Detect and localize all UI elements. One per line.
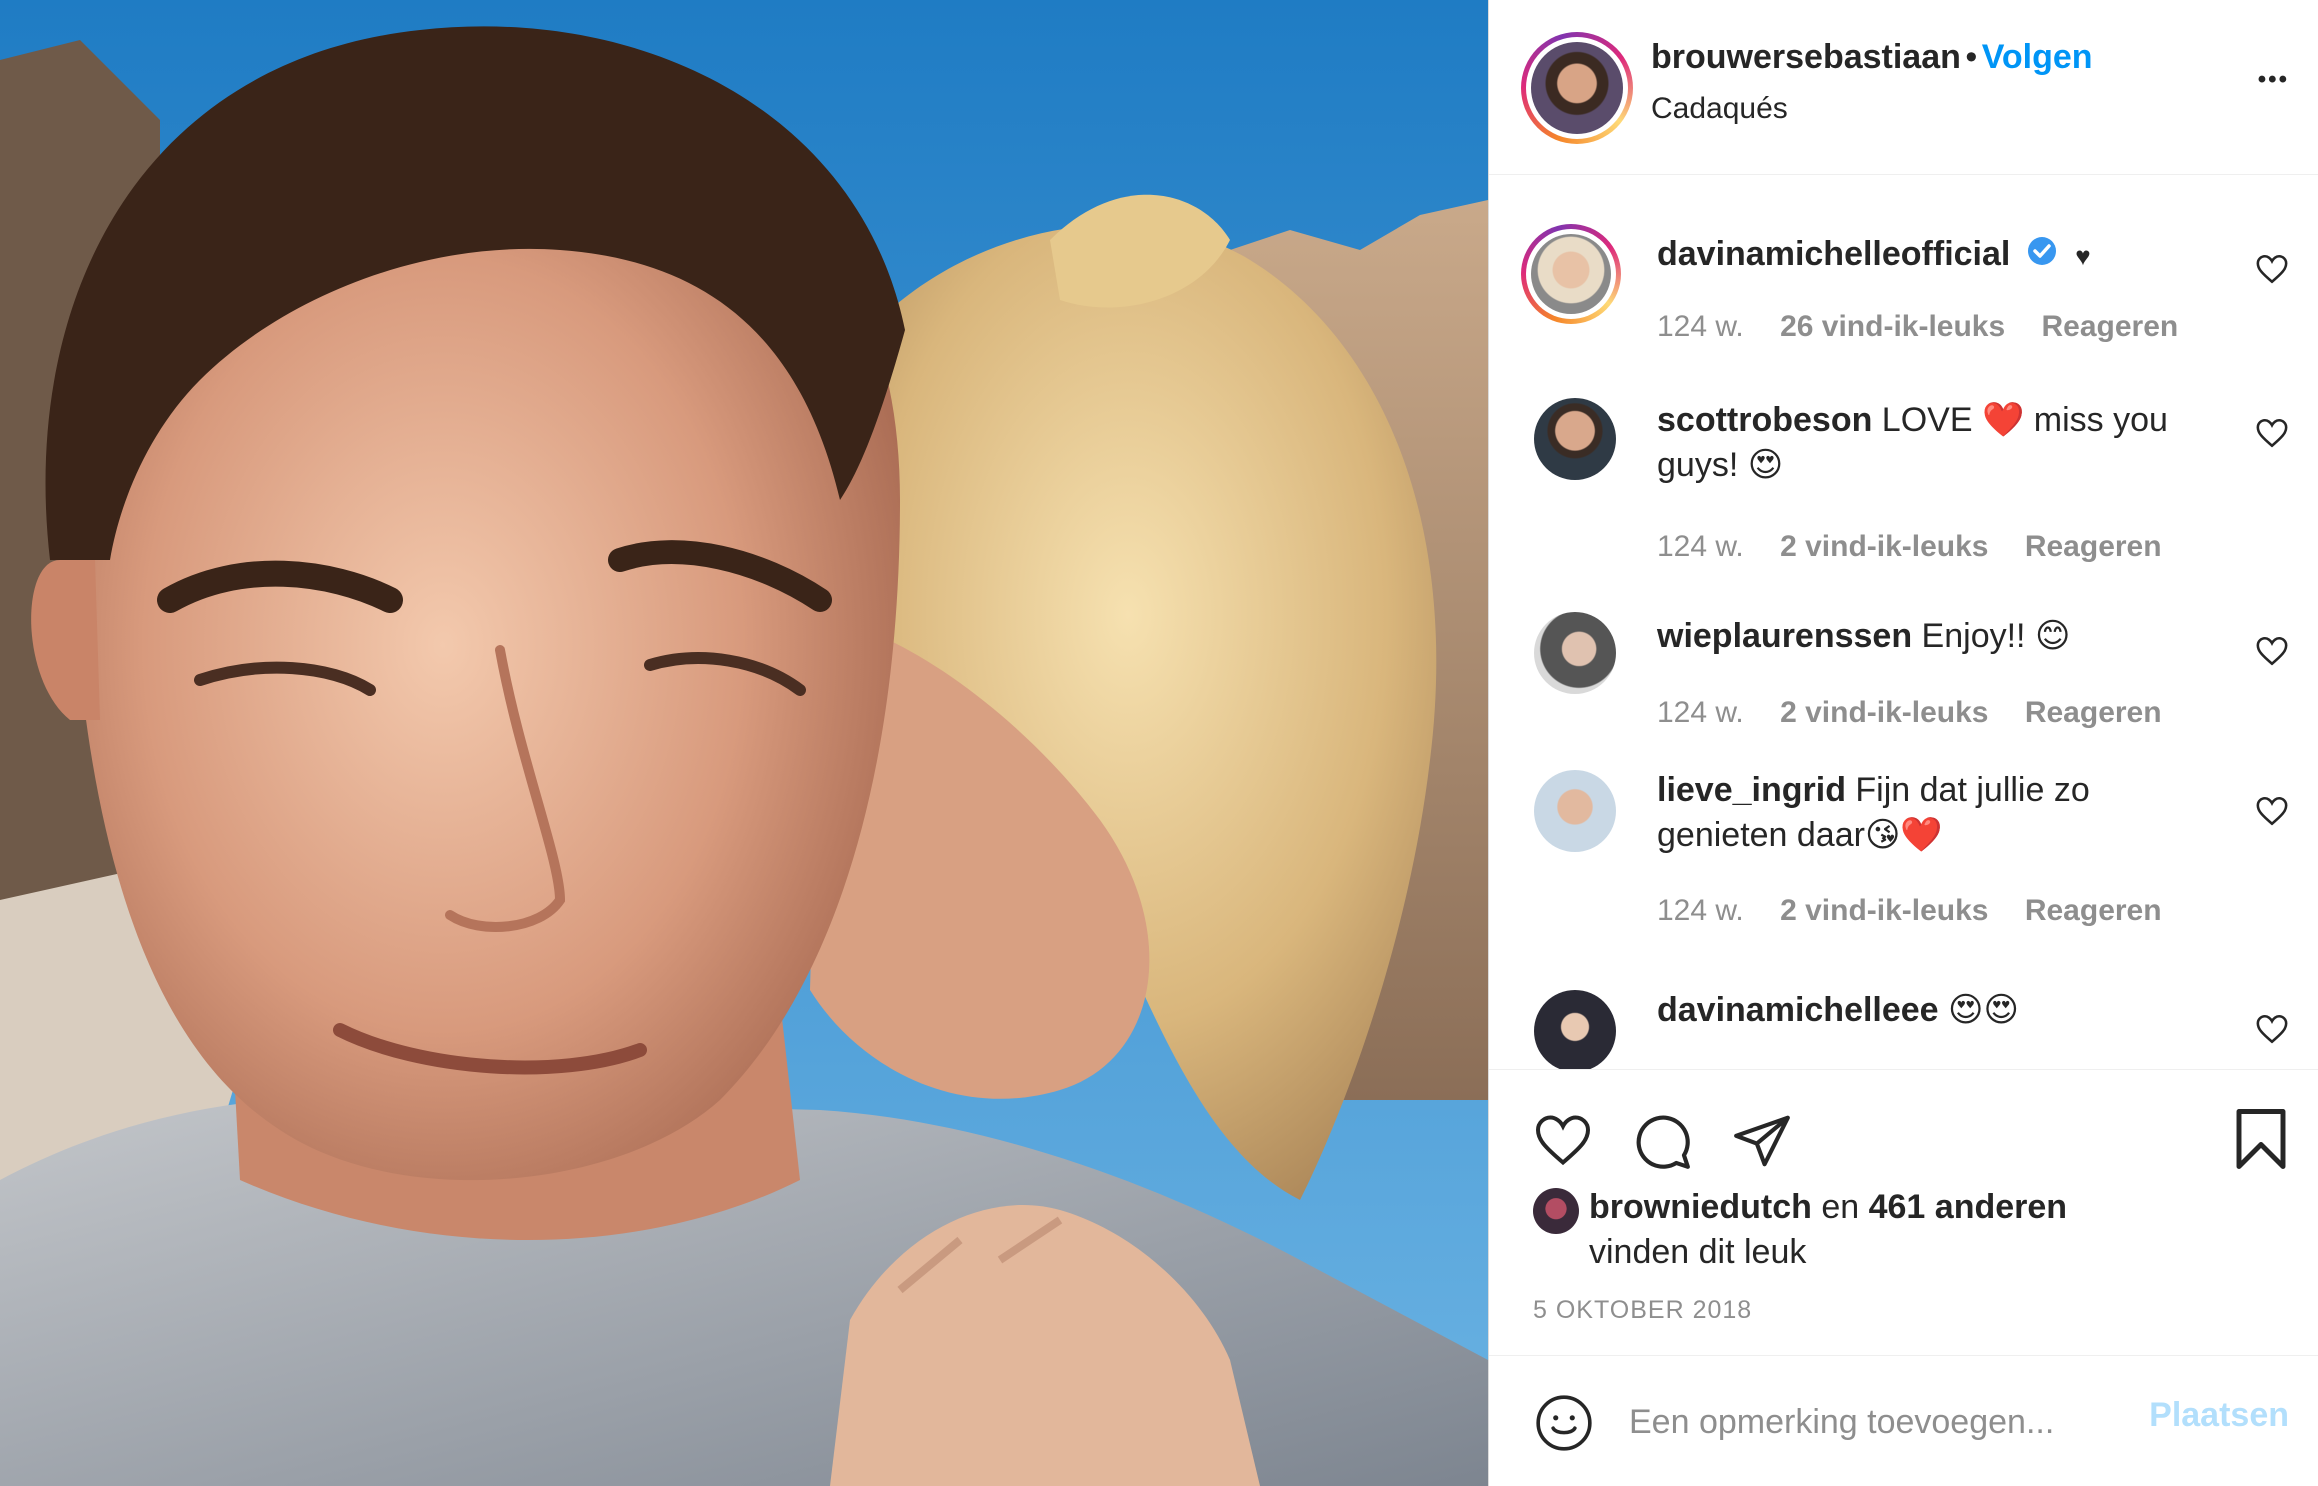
- liker-avatar[interactable]: [1533, 1188, 1579, 1234]
- comment-body: Enjoy!! 😊: [1912, 617, 2071, 655]
- like-heart-icon[interactable]: [1531, 1110, 1595, 1170]
- commenter-avatar[interactable]: [1534, 612, 1616, 694]
- commenter-avatar[interactable]: [1534, 770, 1616, 852]
- comment-meta: 124 w. 26 vind-ik-leuks Reageren: [1657, 310, 2206, 344]
- verified-badge-icon: [2026, 234, 2058, 279]
- comment-bubble-icon[interactable]: [1631, 1110, 1693, 1172]
- liker-username[interactable]: browniedutch: [1589, 1188, 1812, 1226]
- commenter-avatar[interactable]: [1534, 398, 1616, 480]
- post-photo[interactable]: [0, 0, 1488, 1486]
- likes-summary: browniedutch en 461 anderen vinden dit l…: [1589, 1185, 2149, 1275]
- reply-button[interactable]: Reageren: [2042, 310, 2179, 343]
- like-comment-heart-icon[interactable]: [2255, 794, 2289, 828]
- comment-text: lieve_ingrid Fijn dat jullie zo genieten…: [1657, 768, 2177, 858]
- reply-button[interactable]: Reageren: [2025, 696, 2162, 729]
- photo-illustration: [0, 0, 1488, 1486]
- comment-text: davinamichelleofficial ♥: [1657, 232, 2177, 279]
- post-comment-button[interactable]: Plaatsen: [2149, 1396, 2289, 1435]
- author-username[interactable]: brouwersebastiaan: [1651, 38, 1961, 76]
- comment-input[interactable]: [1629, 1394, 2109, 1450]
- like-comment-heart-icon[interactable]: [2255, 416, 2289, 450]
- follow-button[interactable]: Volgen: [1982, 38, 2093, 76]
- author-line: brouwersebastiaan • Volgen: [1651, 38, 2093, 77]
- post-header: brouwersebastiaan • Volgen Cadaqués •••: [1489, 0, 2318, 175]
- author-avatar[interactable]: [1521, 32, 1633, 144]
- post-actions: browniedutch en 461 anderen vinden dit l…: [1489, 1069, 2318, 1486]
- more-options-icon[interactable]: •••: [2258, 66, 2289, 94]
- reply-button[interactable]: Reageren: [2025, 530, 2162, 563]
- comment-username[interactable]: scottrobeson: [1657, 401, 1872, 439]
- likes-suffix: vinden dit leuk: [1589, 1233, 1807, 1271]
- comment-meta: 124 w. 2 vind-ik-leuks Reageren: [1657, 894, 2190, 928]
- heart-emoji: ♥: [2075, 241, 2091, 271]
- share-paper-plane-icon[interactable]: [1731, 1110, 1793, 1172]
- save-bookmark-icon[interactable]: [2233, 1106, 2289, 1172]
- comment-body: 😍😍: [1938, 991, 2019, 1029]
- comments-list[interactable]: davinamichelleofficial ♥ 124 w. 26 vind-…: [1489, 176, 2318, 1069]
- emoji-smiley-icon[interactable]: [1533, 1392, 1595, 1454]
- comment-item: davinamichelleofficial ♥ 124 w. 26 vind-…: [1489, 176, 2318, 361]
- comment-like-count[interactable]: 2 vind-ik-leuks: [1780, 530, 1988, 563]
- comment-username[interactable]: davinamichelleofficial: [1657, 235, 2010, 273]
- comment-like-count[interactable]: 26 vind-ik-leuks: [1780, 310, 2005, 343]
- likes-connector: en: [1811, 1188, 1869, 1226]
- comment-username[interactable]: davinamichelleee: [1657, 991, 1939, 1029]
- add-comment-bar: Plaatsen: [1489, 1355, 2318, 1486]
- comment-item: davinamichelleee 😍😍: [1489, 974, 2318, 1069]
- post-location[interactable]: Cadaqués: [1651, 92, 1788, 126]
- comment-meta: 124 w. 2 vind-ik-leuks Reageren: [1657, 696, 2190, 730]
- comment-username[interactable]: lieve_ingrid: [1657, 771, 1846, 809]
- comment-item: wieplaurenssen Enjoy!! 😊 124 w. 2 vind-i…: [1489, 582, 2318, 754]
- commenter-avatar[interactable]: [1534, 990, 1616, 1069]
- commenter-avatar[interactable]: [1521, 224, 1621, 324]
- like-comment-heart-icon[interactable]: [2255, 634, 2289, 668]
- comment-text: davinamichelleee 😍😍: [1657, 988, 2177, 1033]
- post-side-panel: brouwersebastiaan • Volgen Cadaqués ••• …: [1488, 0, 2318, 1486]
- comment-item: scottrobeson LOVE ❤️ miss you guys! 😍 12…: [1489, 362, 2318, 582]
- post-date[interactable]: 5 OKTOBER 2018: [1533, 1296, 1752, 1325]
- separator-dot: •: [1965, 38, 1978, 76]
- comment-username[interactable]: wieplaurenssen: [1657, 617, 1912, 655]
- comment-like-count[interactable]: 2 vind-ik-leuks: [1780, 894, 1988, 927]
- likes-others-link[interactable]: 461 anderen: [1869, 1188, 2067, 1226]
- comment-like-count[interactable]: 2 vind-ik-leuks: [1780, 696, 1988, 729]
- comment-item: lieve_ingrid Fijn dat jullie zo genieten…: [1489, 754, 2318, 974]
- comment-meta: 124 w. 2 vind-ik-leuks Reageren: [1657, 530, 2190, 564]
- like-comment-heart-icon[interactable]: [2255, 1012, 2289, 1046]
- comment-text: wieplaurenssen Enjoy!! 😊: [1657, 614, 2177, 659]
- comment-text: scottrobeson LOVE ❤️ miss you guys! 😍: [1657, 398, 2177, 488]
- reply-button[interactable]: Reageren: [2025, 894, 2162, 927]
- comment-time[interactable]: 124 w.: [1657, 310, 1744, 343]
- like-comment-heart-icon[interactable]: [2255, 252, 2289, 286]
- comment-time[interactable]: 124 w.: [1657, 894, 1744, 927]
- comment-time[interactable]: 124 w.: [1657, 530, 1744, 563]
- comment-time[interactable]: 124 w.: [1657, 696, 1744, 729]
